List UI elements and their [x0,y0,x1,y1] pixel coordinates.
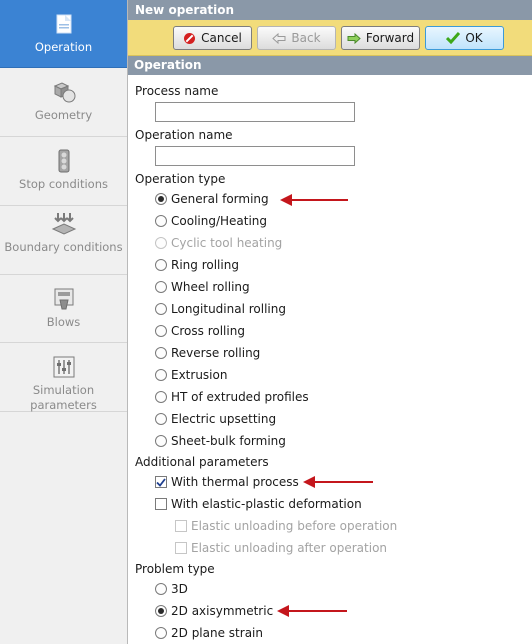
problem-type-label: Problem type [135,562,215,576]
checkmark-icon [446,32,461,44]
operation-icon [51,12,77,36]
checkbox-unloading-after[interactable]: Elastic unloading after operation [175,540,387,556]
sidebar-item-blows[interactable]: Blows [0,275,127,343]
radio-extrusion[interactable]: Extrusion [155,367,227,383]
radio-2d-axisymmetric[interactable]: 2D axisymmetric [155,603,273,619]
radio-2d-plane-strain[interactable]: 2D plane strain [155,625,263,641]
sidebar-item-label: Geometry [34,108,93,122]
sidebar-item-label: Simulation parameters [30,383,97,412]
process-name-label: Process name [135,84,219,98]
radio-general-forming[interactable]: General forming [155,191,269,207]
back-arrow-icon [272,32,286,44]
checkbox-thermal-process[interactable]: With thermal process [155,474,299,490]
radio-ht-extruded-profiles[interactable]: HT of extruded profiles [155,389,309,405]
cancel-button[interactable]: Cancel [173,26,252,50]
boundary-conditions-icon [51,212,77,236]
checkbox-elastic-plastic[interactable]: With elastic-plastic deformation [155,496,362,512]
radio-cyclic-tool-heating[interactable]: Cyclic tool heating [155,235,282,251]
blows-icon [51,287,77,311]
radio-electric-upsetting[interactable]: Electric upsetting [155,411,276,427]
sidebar-item-label: Blows [46,315,81,329]
additional-parameters-label: Additional parameters [135,455,269,469]
radio-wheel-rolling[interactable]: Wheel rolling [155,279,250,295]
sidebar-item-operation[interactable]: Operation [0,0,127,68]
traffic-light-icon [51,149,77,173]
forward-arrow-icon [347,32,361,44]
sidebar-item-boundary-conditions[interactable]: Boundary conditions [0,206,127,275]
section-header: Operation [128,56,532,75]
checkbox-unloading-before[interactable]: Elastic unloading before operation [175,518,397,534]
sidebar-item-label: Stop conditions [19,177,108,191]
radio-longitudinal-rolling[interactable]: Longitudinal rolling [155,301,286,317]
radio-sheet-bulk-forming[interactable]: Sheet-bulk forming [155,433,286,449]
annotation-arrow-icon [280,194,348,206]
annotation-arrow-icon [277,605,347,617]
operation-type-label: Operation type [135,172,226,186]
radio-reverse-rolling[interactable]: Reverse rolling [155,345,260,361]
operation-name-label: Operation name [135,128,233,142]
radio-cooling-heating[interactable]: Cooling/Heating [155,213,267,229]
sidebar: Operation Geometry Stop conditions Bound… [0,0,128,644]
radio-ring-rolling[interactable]: Ring rolling [155,257,239,273]
sidebar-item-stop-conditions[interactable]: Stop conditions [0,137,127,206]
main-panel: New operation Cancel Back Forward OK Ope… [128,0,532,644]
forward-button[interactable]: Forward [341,26,420,50]
sidebar-item-simulation-parameters[interactable]: Simulation parameters [0,343,127,412]
sidebar-item-label: Boundary conditions [4,240,123,254]
window-title: New operation [128,0,532,20]
cancel-icon [183,32,196,45]
sidebar-item-label: Operation [34,40,93,54]
back-button[interactable]: Back [257,26,336,50]
ok-button[interactable]: OK [425,26,504,50]
operation-name-field[interactable] [155,146,355,166]
process-name-field[interactable] [155,102,355,122]
radio-cross-rolling[interactable]: Cross rolling [155,323,245,339]
geometry-icon [51,80,77,104]
radio-3d[interactable]: 3D [155,581,188,597]
sidebar-item-geometry[interactable]: Geometry [0,68,127,137]
toolbar: Cancel Back Forward OK [128,20,532,56]
annotation-arrow-icon [303,476,373,488]
simulation-parameters-icon [51,355,77,379]
